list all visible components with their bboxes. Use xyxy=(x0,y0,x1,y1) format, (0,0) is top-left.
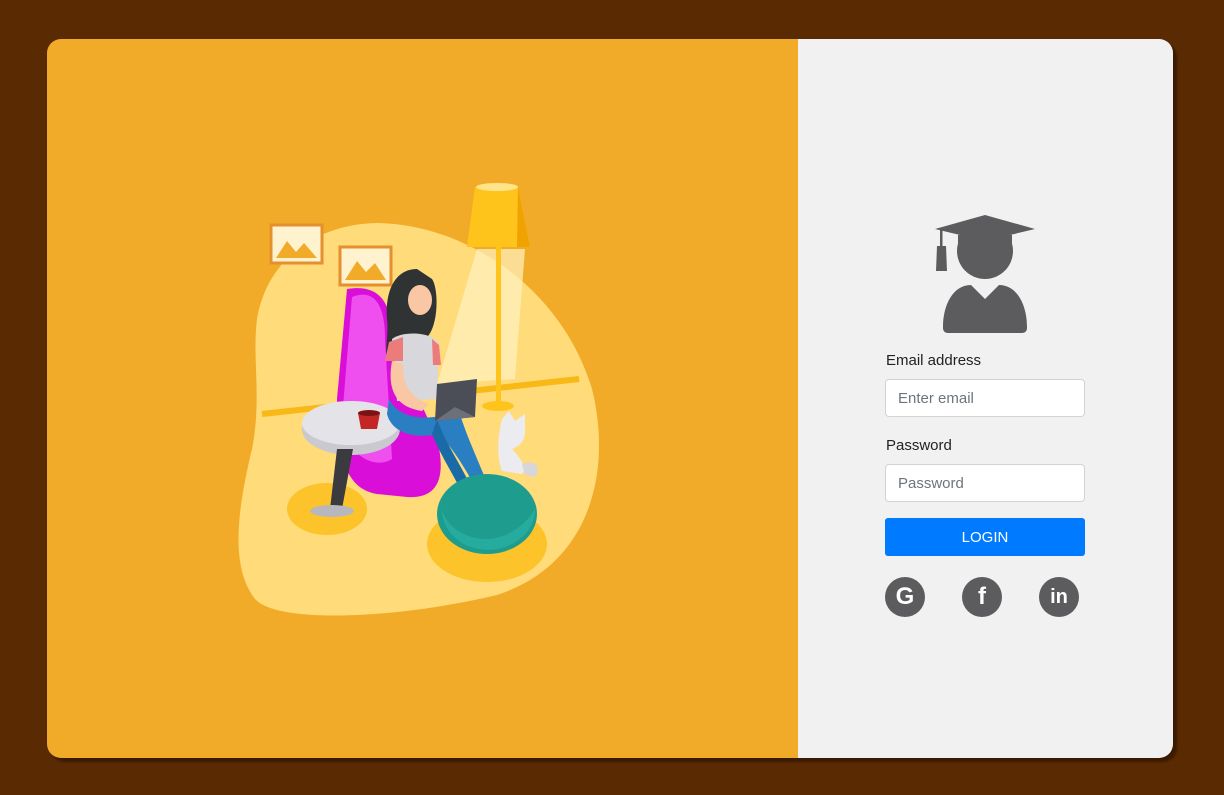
google-icon[interactable]: G xyxy=(885,577,925,617)
illustration-panel xyxy=(47,39,798,758)
login-card: Email address Password LOGIN G f in xyxy=(47,39,1173,758)
graduate-user-icon xyxy=(935,215,1035,333)
login-button[interactable]: LOGIN xyxy=(885,518,1085,556)
password-label: Password xyxy=(886,437,952,454)
linkedin-icon[interactable]: in xyxy=(1039,577,1079,617)
email-input[interactable] xyxy=(885,379,1085,417)
login-panel: Email address Password LOGIN G f in xyxy=(798,39,1173,758)
email-label: Email address xyxy=(886,352,982,369)
woman-laptop-illustration xyxy=(238,183,600,616)
facebook-icon[interactable]: f xyxy=(962,577,1002,617)
login-form: Email address Password LOGIN G f in xyxy=(885,352,1085,617)
password-input[interactable] xyxy=(885,464,1085,502)
social-login-row: G f in xyxy=(885,577,1085,617)
